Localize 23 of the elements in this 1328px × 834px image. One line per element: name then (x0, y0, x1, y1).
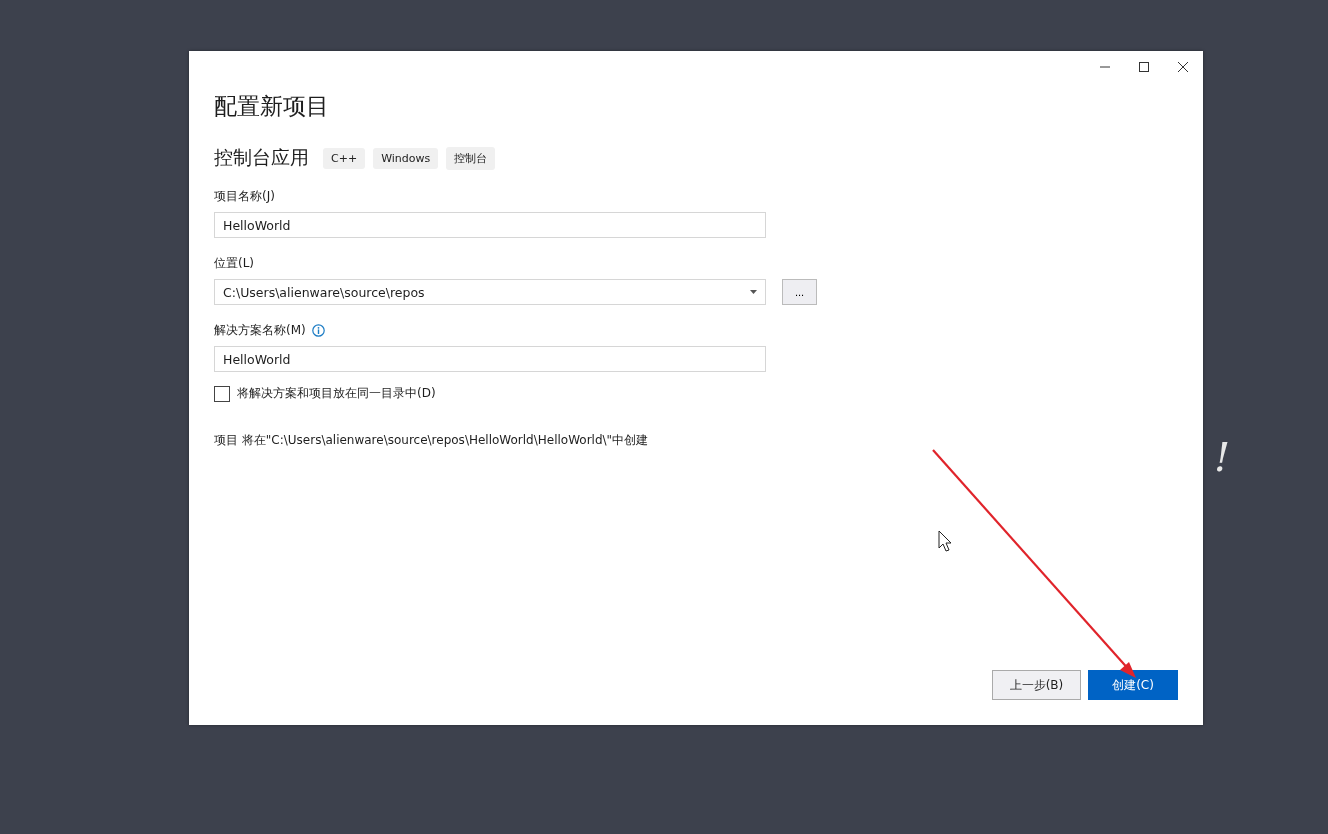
path-note: 项目 将在"C:\Users\alienware\source\repos\HelloWorld\HelloWorld\"中创建 (214, 432, 650, 449)
maximize-icon[interactable] (1138, 61, 1150, 73)
tag: C++ (323, 147, 366, 169)
dialog-title: 配置新项目 (214, 92, 330, 121)
checkbox[interactable] (214, 385, 230, 402)
template-name: 控制台应用 (214, 145, 309, 170)
field-label: 项目名称(J) (214, 187, 275, 205)
wallpaper-text: ! (1214, 434, 1231, 480)
location-dropdown[interactable]: C:\Users\alienware\source\repos (214, 279, 766, 305)
checkbox-label: 将解决方案和项目放在同一目录中(D) (237, 385, 436, 402)
mouse-cursor-icon (938, 530, 951, 552)
back-button[interactable]: 上一步(B) (992, 670, 1081, 700)
tag: 控制台 (446, 146, 496, 170)
field-label: 解决方案名称(M) (214, 321, 306, 339)
browse-button[interactable]: ... (782, 279, 817, 305)
field-label: 位置(L) (214, 254, 255, 272)
input-field[interactable]: HelloWorld (214, 346, 766, 372)
close-icon[interactable] (1177, 61, 1189, 73)
tag: Windows (373, 147, 439, 169)
create-button[interactable]: 创建(C) (1088, 670, 1178, 700)
dropdown-caret-icon (750, 290, 757, 294)
info-icon[interactable] (311, 323, 325, 337)
input-field[interactable]: HelloWorld (214, 212, 766, 238)
